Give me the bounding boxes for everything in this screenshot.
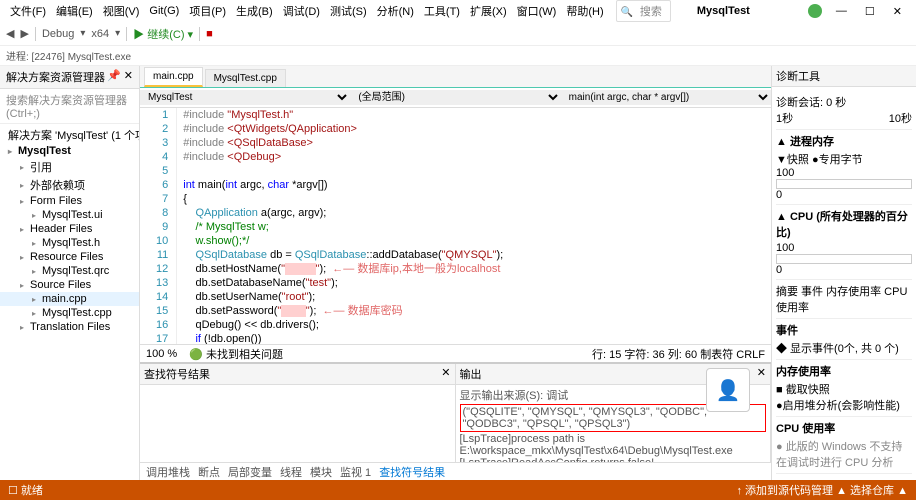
minimize-icon[interactable]: — [832, 3, 851, 19]
nav-func[interactable]: main(int argc, char * argv[]) [561, 90, 771, 105]
output-panel: 输出✕ 显示输出来源(S): 调试 ("QSQLITE", "QMYSQL", … [456, 364, 772, 462]
solution-explorer-title: 解决方案资源管理器 [6, 69, 105, 85]
tree-item[interactable]: ▸Resource Files [0, 250, 139, 264]
search-input[interactable]: 🔍 搜索 [616, 0, 671, 22]
status-source-control[interactable]: ↑ 添加到源代码管理 ▲ 选择仓库 ▲ [737, 482, 909, 498]
bottom-tab[interactable]: 监视 1 [340, 464, 371, 480]
bottom-tab[interactable]: 局部变量 [228, 464, 272, 480]
menu-tools[interactable]: 工具(T) [420, 1, 464, 21]
menu-view[interactable]: 视图(V) [99, 1, 144, 21]
tree-item[interactable]: ▸Form Files [0, 194, 139, 208]
solution-search[interactable]: 搜索解决方案资源管理器(Ctrl+;) [0, 89, 139, 124]
platform-dropdown[interactable]: x64 [91, 28, 109, 40]
menu-analyze[interactable]: 分析(N) [373, 1, 418, 21]
menu-edit[interactable]: 编辑(E) [52, 1, 97, 21]
tree-item[interactable]: ▸MysqlTest.ui [0, 208, 139, 222]
pin-icon[interactable]: 📌 ✕ [107, 69, 133, 85]
nav-mid[interactable]: (全局范围) [350, 90, 560, 105]
menu-git[interactable]: Git(G) [145, 3, 183, 19]
bottom-tab[interactable]: 断点 [198, 464, 220, 480]
bottom-tab[interactable]: 调用堆栈 [146, 464, 190, 480]
close-icon[interactable]: ✕ [889, 3, 906, 20]
menu-file[interactable]: 文件(F) [6, 1, 50, 21]
bottom-tabs: 调用堆栈断点局部变量线程模块监视 1 查找符号结果 [140, 462, 771, 480]
continue-button[interactable]: ▶ 继续(C) ▾ [133, 26, 193, 42]
bottom-tab[interactable]: 模块 [310, 464, 332, 480]
issues-badge[interactable]: 🟢 未找到相关问题 [189, 346, 283, 362]
menu-help[interactable]: 帮助(H) [562, 1, 607, 21]
tab-mysqltest-cpp[interactable]: MysqlTest.cpp [205, 69, 286, 87]
solution-explorer: 解决方案资源管理器📌 ✕ 搜索解决方案资源管理器(Ctrl+;) 解决方案 'M… [0, 66, 140, 480]
tree-item[interactable]: ▸MysqlTest.cpp [0, 306, 139, 320]
code-editor[interactable]: 123456789101112131415161718192021222324 … [140, 108, 771, 344]
menubar: 文件(F) 编辑(E) 视图(V) Git(G) 项目(P) 生成(B) 调试(… [0, 0, 916, 22]
file-tabs: main.cpp MysqlTest.cpp [140, 66, 771, 88]
menu-window[interactable]: 窗口(W) [513, 1, 561, 21]
status-bar: ☐ 就绪 ↑ 添加到源代码管理 ▲ 选择仓库 ▲ [0, 480, 916, 500]
debug-bar: 进程: [22476] MysqlTest.exe [0, 46, 916, 66]
nav-scope[interactable]: MysqlTest [140, 90, 350, 105]
close-icon[interactable]: ✕ [757, 366, 766, 382]
status-ready: ☐ 就绪 [8, 482, 43, 498]
fwd-icon[interactable]: ▶ [20, 27, 28, 40]
bottom-tab[interactable]: 查找符号结果 [379, 464, 445, 480]
tree-item[interactable]: ▸MysqlTest [0, 144, 139, 158]
diag-session: 诊断会话: 0 秒 [776, 97, 846, 109]
tree-item[interactable]: ▸MysqlTest.h [0, 236, 139, 250]
solution-root[interactable]: 解决方案 'MysqlTest' (1 个项目, 共 1 个) [0, 126, 139, 144]
menu-project[interactable]: 项目(P) [185, 1, 230, 21]
output-line: [LspTrace]ReadAccConfig returns false! [460, 457, 767, 462]
diagnostics-panel: 诊断工具 诊断会话: 0 秒 1秒10秒 ▲ 进程内存 ▼快照 ●专用字节 10… [771, 66, 916, 480]
output-line: [LspTrace]process path is E:\workspace_m… [460, 433, 767, 457]
window-title: MysqlTest [693, 3, 754, 19]
toolbar: ◀ ▶ Debug▾ x64▾ ▶ 继续(C) ▾ ■ [0, 22, 916, 46]
tree-item[interactable]: ▸引用 [0, 158, 139, 176]
tree-item[interactable]: ▸Translation Files [0, 320, 139, 334]
tree-item[interactable]: ▸外部依赖项 [0, 176, 139, 194]
cursor-pos: 行: 15 字符: 36 列: 60 制表符 CRLF [592, 346, 765, 362]
tree-item[interactable]: ▸MysqlTest.qrc [0, 264, 139, 278]
bottom-tab[interactable]: 线程 [280, 464, 302, 480]
signin-icon[interactable] [808, 4, 822, 18]
close-icon[interactable]: ✕ [441, 366, 450, 382]
config-dropdown[interactable]: Debug [42, 28, 74, 40]
find-symbol-panel: 查找符号结果✕ [140, 364, 456, 462]
tree-item[interactable]: ▸Header Files [0, 222, 139, 236]
tree-item[interactable]: ▸Source Files [0, 278, 139, 292]
menu-debug[interactable]: 调试(D) [279, 1, 324, 21]
menu-test[interactable]: 测试(S) [326, 1, 371, 21]
status-pct: 100 % [146, 348, 177, 360]
tree-item[interactable]: ▸main.cpp [0, 292, 139, 306]
menu-build[interactable]: 生成(B) [232, 1, 277, 21]
avatar-icon[interactable]: 👤 [706, 368, 750, 412]
back-icon[interactable]: ◀ [6, 27, 14, 40]
maximize-icon[interactable]: ☐ [861, 3, 879, 20]
menu-ext[interactable]: 扩展(X) [466, 1, 511, 21]
diag-tabs[interactable]: 摘要 事件 内存使用率 CPU 使用率 [776, 280, 912, 319]
stop-icon[interactable]: ■ [206, 28, 213, 40]
tab-main-cpp[interactable]: main.cpp [144, 67, 203, 87]
